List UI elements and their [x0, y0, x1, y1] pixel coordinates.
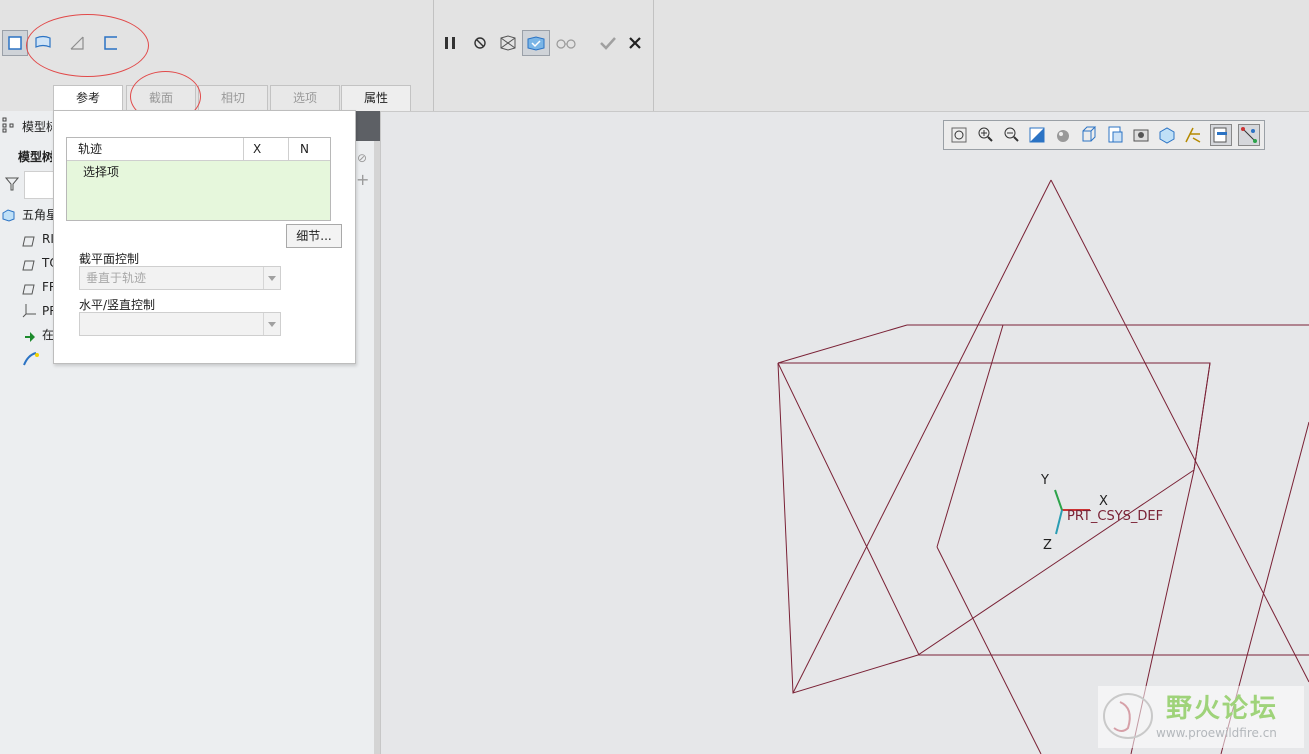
tree-scrollbar-header [356, 111, 380, 141]
star-curve [777, 362, 1309, 656]
watermark-url: www.proewildfire.cn [1156, 726, 1277, 740]
spin-center-icon[interactable] [1210, 124, 1232, 146]
add-icon[interactable]: + [356, 172, 370, 188]
triangle-curve [1050, 179, 1309, 683]
star-curve [936, 324, 1004, 548]
axis-y-label: Y [1041, 473, 1049, 488]
display-style-icon[interactable] [1052, 124, 1074, 146]
model-tree-title: 模型树 [22, 120, 52, 134]
solid-icon[interactable] [2, 30, 28, 56]
trajectory-table[interactable]: 轨迹 X N 选择项 [66, 137, 331, 221]
watermark-title: 野火论坛 [1166, 694, 1279, 724]
chevron-down-icon [263, 267, 280, 289]
column-n: N [300, 142, 309, 156]
datum-plane-icon [22, 233, 35, 247]
view-manager-icon[interactable] [1104, 124, 1126, 146]
references-panel: 轨迹 X N 选择项 细节... 截平面控制 垂直于轨迹 水平/竖直控制 [53, 110, 356, 364]
sketch-geometry [777, 179, 1309, 754]
star-curve [777, 324, 908, 364]
horizontal-vertical-control-label: 水平/竖直控制 [79, 298, 156, 312]
hide-icon[interactable]: ⊘ [357, 151, 371, 165]
star-curve [936, 546, 1042, 754]
csys-label: PRT_CSYS_DEF [1067, 509, 1164, 524]
zoom-in-icon[interactable] [974, 124, 996, 146]
filter-icon[interactable] [4, 177, 20, 191]
axis-z-label: Z [1043, 538, 1052, 553]
refit-icon[interactable] [948, 124, 970, 146]
watermark-logo-icon [1103, 693, 1153, 739]
model-tree-tab[interactable]: 模型树 [18, 148, 52, 165]
column-x: X [253, 142, 262, 156]
annotation-display-icon[interactable] [1238, 124, 1260, 146]
axis-x-label: X [1099, 494, 1108, 509]
perspective-icon[interactable] [1130, 124, 1152, 146]
tab-references[interactable]: 参考 [53, 85, 123, 112]
hexagon-curve [777, 362, 1211, 694]
select-items-placeholder[interactable]: 选择项 [83, 163, 119, 180]
details-button[interactable]: 细节... [286, 224, 342, 248]
model-tree-icon [2, 117, 16, 133]
ribbon-divider [433, 0, 434, 111]
verify-mode-icon[interactable] [495, 30, 521, 56]
glasses-preview-icon[interactable] [553, 30, 579, 56]
chevron-down-icon [263, 313, 280, 335]
tree-item-part[interactable]: 五角星 [0, 205, 60, 225]
zoom-out-icon[interactable] [1000, 124, 1022, 146]
no-preview-icon[interactable] [467, 30, 493, 56]
ok-check-icon[interactable] [595, 30, 621, 56]
pause-icon[interactable] [437, 30, 463, 56]
csys-icon [22, 303, 37, 318]
horizontal-vertical-control-select[interactable] [79, 312, 281, 336]
tab-options[interactable]: 选项 [270, 85, 340, 111]
triangle-curve [792, 179, 1052, 694]
section-plane-control-label: 截平面控制 [79, 252, 140, 266]
tab-properties[interactable]: 属性 [341, 85, 411, 111]
section-plane-control-value: 垂直于轨迹 [86, 271, 147, 285]
highlight-ellipse [26, 14, 149, 77]
part-icon [2, 208, 15, 222]
saved-orientations-icon[interactable] [1078, 124, 1100, 146]
feature-preview-icon[interactable] [522, 30, 550, 56]
tree-item-label: 五角星 [22, 208, 54, 222]
section-view-icon[interactable] [1156, 124, 1178, 146]
repaint-icon[interactable] [1026, 124, 1048, 146]
cancel-x-icon[interactable] [622, 30, 648, 56]
datum-plane-icon [22, 281, 35, 295]
trajectory-table-header: 轨迹 X N [67, 138, 330, 161]
ribbon-divider [653, 0, 654, 111]
view-toolbar [943, 120, 1265, 150]
datum-plane-icon [22, 257, 35, 271]
column-divider [243, 138, 244, 160]
tab-tangency[interactable]: 相切 [198, 85, 268, 111]
section-plane-control-select[interactable]: 垂直于轨迹 [79, 266, 281, 290]
column-divider [288, 138, 289, 160]
insert-here-icon [24, 329, 36, 342]
tree-search-input[interactable] [24, 171, 56, 199]
tree-scrollbar[interactable] [374, 111, 380, 754]
sweep-feature-icon [22, 351, 40, 367]
column-trajectory: 轨迹 [78, 142, 103, 156]
datum-display-icon[interactable] [1182, 124, 1204, 146]
watermark: 野火论坛 www.proewildfire.cn [1098, 686, 1304, 748]
